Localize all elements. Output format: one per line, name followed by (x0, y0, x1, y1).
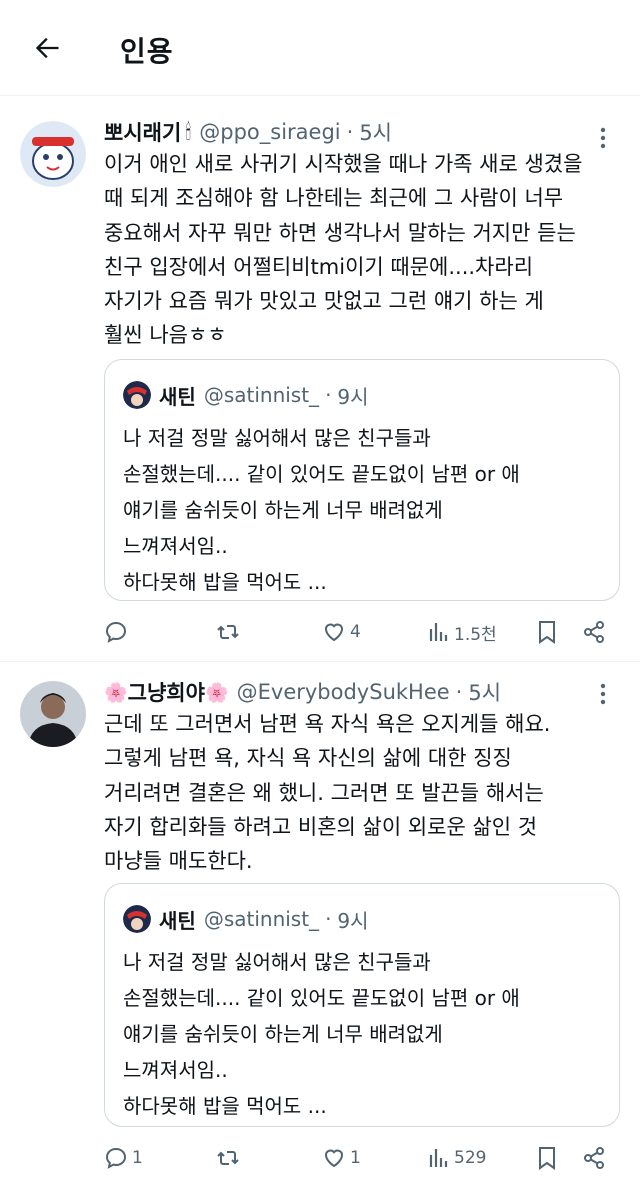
quoted-tweet[interactable]: 새틴 @satinnist_ · 9시 나 저걸 정말 싫어해서 많은 친구들과… (104, 359, 620, 601)
quote-text: 나 저걸 정말 싫어해서 많은 친구들과 손절했는데.... 같이 있어도 끝도… (123, 950, 520, 1118)
quote-timestamp: 9시 (337, 384, 369, 409)
heart-icon (324, 623, 344, 642)
user-handle[interactable]: @ppo_siraegi (199, 120, 340, 144)
reply-count: 1 (132, 1148, 143, 1168)
avatar[interactable] (20, 681, 86, 747)
retweet-icon (217, 1151, 239, 1165)
reply-icon (105, 621, 127, 643)
cherry-blossom-icon: 🌸 (204, 681, 229, 704)
separator: · (325, 907, 332, 931)
quote-display-name: 새틴 (159, 908, 196, 933)
separator: · (346, 120, 354, 144)
avatar (123, 381, 151, 409)
quote-timestamp: 9시 (337, 908, 369, 933)
cherry-blossom-icon: 🌸 (104, 681, 128, 704)
bookmark-icon (539, 621, 555, 644)
bookmark-button[interactable] (536, 615, 558, 649)
reply-icon (105, 1147, 127, 1169)
retweet-icon (217, 625, 239, 639)
quoted-tweet[interactable]: 새틴 @satinnist_ · 9시 나 저걸 정말 싫어해서 많은 친구들과… (104, 883, 620, 1127)
action-bar: 4 1.5천 (104, 615, 620, 649)
view-count: 529 (454, 1148, 487, 1168)
tweet[interactable]: 뽀시래기 🕯 @ppo_siraegi · 5시 이거 애인 새로 사귀기 시작… (0, 97, 640, 662)
views-button[interactable]: 529 (428, 1141, 486, 1175)
views-button[interactable]: 1.5천 (428, 615, 497, 649)
retweet-button[interactable] (216, 1141, 244, 1175)
user-handle[interactable]: @EverybodySukHee (237, 680, 450, 704)
view-count: 1.5천 (454, 624, 497, 645)
arrow-left-icon (35, 37, 59, 59)
reply-button[interactable] (104, 615, 132, 649)
more-options-button[interactable] (588, 679, 618, 709)
bookmark-button[interactable] (536, 1141, 558, 1175)
quote-header: 새틴 @satinnist_ · 9시 (123, 380, 369, 410)
action-bar: 1 1 529 (104, 1141, 620, 1175)
quote-text: 나 저걸 정말 싫어해서 많은 친구들과 손절했는데.... 같이 있어도 끝도… (123, 426, 520, 594)
tweet-header: 뽀시래기 🕯 @ppo_siraegi · 5시 (104, 117, 392, 147)
share-button[interactable] (582, 1141, 606, 1175)
reply-button[interactable]: 1 (104, 1141, 143, 1175)
like-count: 1 (350, 1148, 361, 1168)
share-icon (584, 621, 604, 643)
display-name[interactable]: 그냥희야 (128, 677, 205, 707)
timestamp[interactable]: 5시 (468, 677, 501, 707)
timestamp[interactable]: 5시 (359, 117, 392, 147)
back-button[interactable] (28, 28, 68, 68)
top-bar: 인용 (0, 0, 640, 96)
tweet[interactable]: 🌸 그냥희야 🌸 @EverybodySukHee · 5시 근데 또 그러면서… (0, 663, 640, 1191)
avatar[interactable] (20, 121, 86, 187)
like-count: 4 (350, 622, 361, 642)
quote-user-handle: @satinnist_ (203, 907, 320, 931)
analytics-icon (429, 623, 448, 641)
analytics-icon (429, 1149, 448, 1167)
display-name[interactable]: 뽀시래기 (104, 117, 181, 147)
like-button[interactable]: 4 (322, 615, 361, 649)
more-vertical-icon (600, 683, 606, 705)
separator: · (455, 680, 463, 704)
avatar (123, 905, 151, 933)
share-button[interactable] (582, 615, 606, 649)
tweet-text: 근데 또 그러면서 남편 욕 자식 욕은 오지게들 해요. 그렇게 남편 욕, … (104, 712, 551, 874)
heart-icon (324, 1149, 344, 1168)
more-vertical-icon (600, 127, 606, 149)
page-title: 인용 (120, 35, 174, 68)
separator: · (325, 383, 332, 407)
share-icon (584, 1147, 604, 1169)
retweet-button[interactable] (216, 615, 244, 649)
tweet-header: 🌸 그냥희야 🌸 @EverybodySukHee · 5시 (104, 677, 501, 707)
tweet-text: 이거 애인 새로 사귀기 시작했을 때나 가족 새로 생겼을 때 되게 조심해야… (104, 152, 583, 348)
like-button[interactable]: 1 (322, 1141, 361, 1175)
quote-header: 새틴 @satinnist_ · 9시 (123, 904, 369, 934)
quote-display-name: 새틴 (159, 384, 196, 409)
quote-user-handle: @satinnist_ (203, 383, 320, 407)
bookmark-icon (539, 1147, 555, 1170)
candle-icon: 🕯 (185, 119, 192, 144)
